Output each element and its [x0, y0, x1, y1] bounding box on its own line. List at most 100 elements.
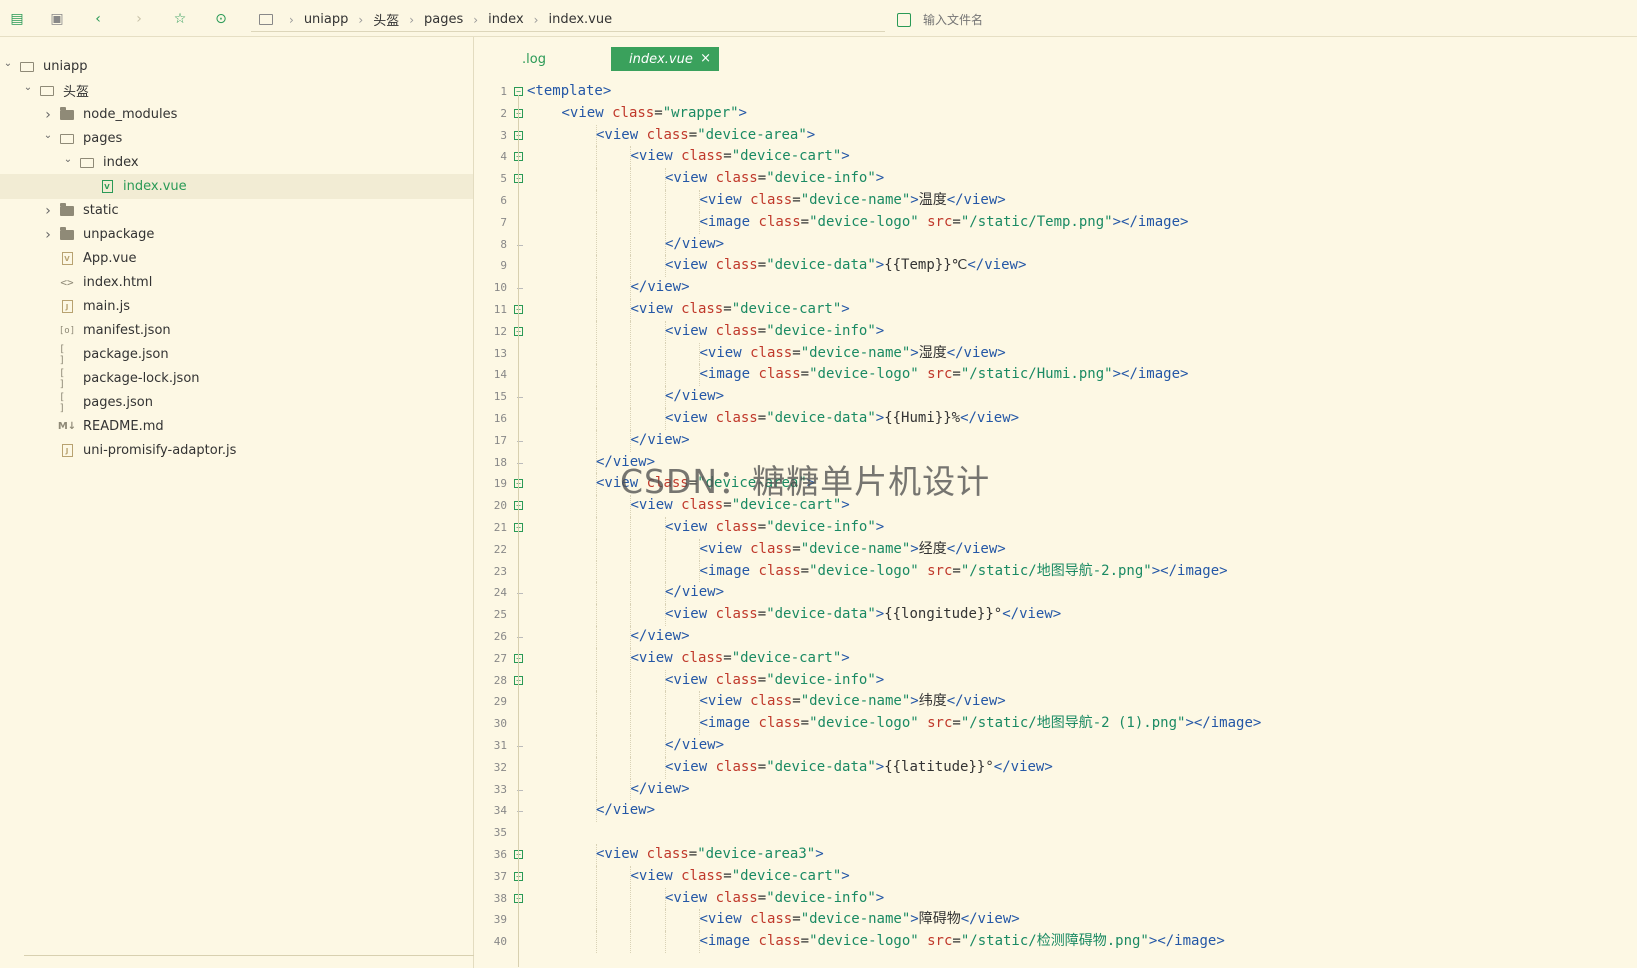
- chevron-down-icon[interactable]: ⌄: [1, 58, 15, 69]
- code-token: =: [757, 606, 767, 623]
- code-token: >: [1180, 366, 1189, 383]
- new-file-icon[interactable]: ▤: [9, 11, 25, 27]
- tree-item[interactable]: [ ] pages.json: [0, 390, 473, 415]
- chevron-down-icon[interactable]: ⌄: [21, 82, 35, 93]
- breadcrumb-item[interactable]: index: [488, 12, 524, 27]
- code-token: "device-cart": [731, 148, 842, 165]
- code-token: class: [750, 192, 793, 208]
- horizontal-scrollbar[interactable]: [24, 955, 474, 968]
- tree-item[interactable]: › node_modules: [0, 102, 473, 127]
- code-token: >: [997, 192, 1006, 208]
- code-token: <image: [699, 933, 751, 950]
- code-token: <view: [665, 889, 708, 906]
- tree-item[interactable]: › static: [0, 198, 473, 223]
- code-line: 24 </view>: [474, 582, 1637, 605]
- code-line: 32 <view class="device-data">{{latitude}}…: [474, 756, 1637, 779]
- js-file-icon-glyph: J: [61, 444, 73, 457]
- code-token: </view: [967, 257, 1018, 274]
- tree-item[interactable]: Vindex.vue: [0, 174, 473, 199]
- markdown-file-icon: M↓: [58, 419, 76, 435]
- code-token: >: [1112, 213, 1122, 230]
- code-token: >: [1151, 562, 1161, 579]
- code-token: class: [681, 649, 724, 666]
- close-icon[interactable]: ×: [700, 51, 711, 66]
- tree-item[interactable]: ⌄ pages: [0, 126, 473, 151]
- indent-guide: [664, 342, 666, 365]
- back-icon[interactable]: ‹: [90, 11, 106, 27]
- tree-item[interactable]: ⌄ index: [0, 150, 473, 175]
- indent-guide: [595, 778, 597, 801]
- indent-guide: [630, 713, 631, 735]
- tree-item[interactable]: ⌄ uniapp: [0, 54, 473, 79]
- code-token: </view: [630, 431, 682, 448]
- code-token: =: [952, 933, 961, 950]
- code-token: =: [688, 846, 698, 862]
- code-line: 7 <image class="device-logo" src="/static…: [474, 211, 1637, 234]
- breadcrumb-item[interactable]: pages: [424, 12, 463, 27]
- code-line: 2− <view class="wrapper">: [474, 103, 1637, 125]
- run-icon[interactable]: ⊙: [213, 11, 229, 27]
- chevron-right-icon[interactable]: ›: [41, 203, 55, 219]
- folder-open-icon-glyph: [60, 133, 74, 144]
- indent-guide: [595, 691, 597, 714]
- code-line: 1− <template>: [474, 81, 1637, 103]
- code-token: =: [723, 867, 732, 884]
- tree-item[interactable]: Jmain.js: [0, 294, 473, 319]
- line-number: 9: [500, 259, 507, 273]
- forward-icon[interactable]: ›: [131, 11, 147, 27]
- code-token: <view: [665, 671, 708, 688]
- indent-guide: [595, 756, 597, 779]
- code-token: src: [927, 933, 953, 950]
- code-token: >: [602, 83, 612, 99]
- breadcrumb-item[interactable]: 头盔: [373, 10, 399, 29]
- code-token: =: [757, 889, 767, 906]
- code-token: "/static/Temp.png": [960, 213, 1113, 230]
- tree-item[interactable]: V App.vue: [0, 246, 473, 271]
- indent-guide: [595, 604, 597, 626]
- chevron-right-icon[interactable]: ›: [41, 227, 55, 243]
- code-token: >: [1052, 606, 1062, 623]
- tab-index-vue[interactable]: index.vue ×: [611, 47, 719, 71]
- code-token: 湿度: [918, 344, 947, 361]
- file-search-input[interactable]: [923, 13, 1423, 27]
- tree-item[interactable]: [o] manifest.json: [0, 318, 473, 343]
- indent-guide: [595, 342, 597, 365]
- chevron-right-icon[interactable]: ›: [41, 107, 55, 123]
- tree-item[interactable]: ⌄ 头盔: [0, 78, 473, 103]
- code-line: 38− <view class="device-info">: [474, 887, 1637, 910]
- save-icon[interactable]: ▣: [49, 11, 65, 27]
- star-icon[interactable]: ☆: [172, 11, 188, 27]
- tree-item[interactable]: › unpackage: [0, 222, 473, 247]
- fold-gutter-line: [518, 95, 519, 967]
- tree-item-label: index.html: [83, 275, 153, 290]
- breadcrumb-item[interactable]: uniapp: [304, 12, 349, 27]
- code-token: >: [815, 846, 824, 862]
- breadcrumb-item[interactable]: index.vue: [548, 12, 612, 27]
- tree-item[interactable]: [ ] package-lock.json: [0, 366, 473, 391]
- indent-guide: [595, 168, 597, 190]
- code-token: </image: [1193, 715, 1253, 732]
- tree-item[interactable]: <> index.html: [0, 270, 473, 295]
- indent-guide: [630, 669, 631, 692]
- toolbar: ▤ ▣ ‹ › ☆ ⊙ › uniapp › 头盔 › pages › inde…: [0, 0, 1637, 37]
- tree-item[interactable]: M↓ README.md: [0, 414, 473, 439]
- indent-guide: [595, 560, 597, 583]
- code-token: "device-info": [766, 322, 876, 339]
- code-line: 21− <view class="device-info">: [474, 517, 1637, 539]
- chevron-down-icon[interactable]: ⌄: [61, 154, 75, 165]
- code-area[interactable]: 1− <template> 2− <view class="wrapper"> 3− <v…: [474, 81, 1637, 968]
- indent-guide: [595, 190, 597, 212]
- code-token: class: [646, 475, 689, 492]
- tab-log[interactable]: .log: [522, 47, 546, 71]
- code-token: =: [723, 148, 732, 165]
- code-text: <view class="device-info">: [665, 888, 884, 910]
- line-number: 37: [493, 869, 507, 883]
- chevron-down-icon[interactable]: ⌄: [41, 130, 55, 141]
- code-token: <view: [699, 540, 742, 557]
- tree-item[interactable]: [ ] package.json: [0, 342, 473, 367]
- tree-item[interactable]: Juni-promisify-adaptor.js: [0, 438, 473, 463]
